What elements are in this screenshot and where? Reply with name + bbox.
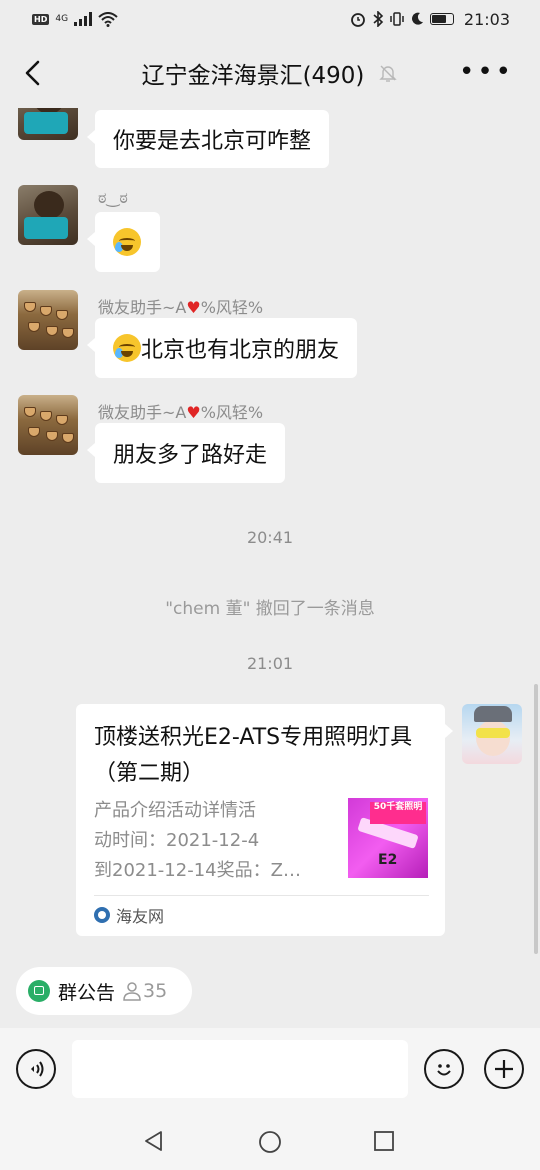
sender-name-suffix: %风轻% <box>200 403 264 422</box>
chat-title: 辽宁金洋海景汇(490) <box>141 63 365 89</box>
group-notice-button[interactable]: 群公告 35 <box>16 967 192 1015</box>
sender-name-suffix: %风轻% <box>200 298 264 317</box>
recall-notice: "chem 董" 撤回了一条消息 <box>165 599 375 619</box>
timestamp: 21:01 <box>246 654 294 673</box>
message-text: 你要是去北京可咋整 <box>113 129 312 154</box>
wifi-icon <box>98 11 118 27</box>
card-desc-line: 到2021-12-14奖品：Z… <box>94 860 301 881</box>
sender-name: 微友助手~A♥%风轻% <box>98 399 263 423</box>
status-time: 21:03 <box>463 9 510 29</box>
battery-icon <box>429 13 454 25</box>
card-desc-line: 动时间：2021-12-4 <box>94 830 260 851</box>
chat-title-group: 辽宁金洋海景汇(490) <box>142 56 399 90</box>
message-bubble[interactable]: 北京也有北京的朋友 <box>86 318 358 378</box>
recents-square-icon[interactable] <box>373 1130 395 1152</box>
notice-read-count: 35 <box>123 980 167 1002</box>
sender-name: ಠ‿ಠ <box>98 188 128 207</box>
message-bubble[interactable]: 朋友多了路好走 <box>86 423 286 483</box>
bluetooth-icon <box>373 11 384 27</box>
card-source: 海友网 <box>94 902 164 928</box>
timestamp: 20:41 <box>246 528 294 547</box>
notice-label: 群公告 <box>58 981 116 1004</box>
chat-header: 辽宁金洋海景汇(490) ••• <box>0 38 540 108</box>
message-input[interactable] <box>72 1040 408 1098</box>
message-bubble[interactable] <box>87 212 160 272</box>
moon-icon <box>411 12 423 25</box>
card-divider <box>94 895 429 896</box>
system-navigation-bar <box>0 1110 540 1170</box>
back-arrow-icon[interactable] <box>18 56 48 90</box>
source-logo-icon <box>94 907 110 923</box>
card-thumbnail: 50千套照明 E2 <box>348 798 428 878</box>
emoji-button[interactable] <box>424 1049 464 1089</box>
card-description: 产品介绍活动详情活 动时间：2021-12-4 到2021-12-14奖品：Z… <box>94 796 336 886</box>
person-icon <box>123 982 141 1001</box>
avatar[interactable] <box>18 395 78 455</box>
notice-count-value: 35 <box>143 980 168 1002</box>
signal-icon <box>74 12 93 26</box>
sender-name-prefix: 微友助手~A <box>98 403 187 422</box>
back-triangle-icon[interactable] <box>143 1130 165 1152</box>
message-text: 北京也有北京的朋友 <box>141 338 340 363</box>
chat-area[interactable]: 你要是去北京可咋整 ಠ‿ಠ 微友助手~A♥%风轻% 北京也有北京的朋友 微友助手… <box>0 108 540 954</box>
more-functions-button[interactable] <box>484 1049 524 1089</box>
voice-input-button[interactable] <box>16 1049 56 1089</box>
message-text: 朋友多了路好走 <box>113 443 268 468</box>
more-options-icon[interactable]: ••• <box>459 59 514 85</box>
crying-laughing-face-icon <box>113 334 141 362</box>
message-bubble[interactable]: 你要是去北京可咋整 <box>86 110 330 168</box>
heart-icon: ♥ <box>186 403 201 422</box>
avatar[interactable] <box>18 108 78 140</box>
thumbnail-banner: 50千套照明 <box>370 802 426 824</box>
heart-icon: ♥ <box>186 298 201 317</box>
card-title: 顶楼送积光E2-ATS专用照明灯具（第二期） <box>94 725 413 786</box>
thumbnail-text: E2 <box>378 852 398 868</box>
avatar[interactable] <box>18 185 78 245</box>
sender-name-prefix: 微友助手~A <box>98 298 187 317</box>
home-circle-icon[interactable] <box>258 1130 282 1154</box>
scrollbar[interactable] <box>534 684 538 954</box>
plus-icon <box>495 1060 513 1078</box>
status-left: HD 4G <box>32 11 118 27</box>
my-avatar[interactable] <box>462 704 522 764</box>
sender-name: 微友助手~A♥%风轻% <box>98 294 263 318</box>
crying-face-icon <box>113 228 141 256</box>
voice-icon <box>31 1061 44 1077</box>
link-card[interactable]: 顶楼送积光E2-ATS专用照明灯具（第二期） 产品介绍活动详情活 动时间：202… <box>76 704 453 936</box>
hd-icon: HD <box>32 13 50 25</box>
avatar[interactable] <box>18 290 78 350</box>
input-bar <box>0 1028 540 1110</box>
status-right: 21:03 <box>350 10 510 29</box>
notice-icon <box>28 980 50 1002</box>
vibrate-icon <box>390 12 404 26</box>
alarm-icon <box>350 13 365 27</box>
mute-bell-icon <box>379 65 398 82</box>
card-desc-line: 产品介绍活动详情活 <box>94 800 256 821</box>
smiley-icon <box>437 1064 451 1076</box>
source-name: 海友网 <box>116 907 165 926</box>
status-bar: HD 4G 21:03 <box>0 0 540 38</box>
network-type-label: 4G <box>55 14 69 24</box>
